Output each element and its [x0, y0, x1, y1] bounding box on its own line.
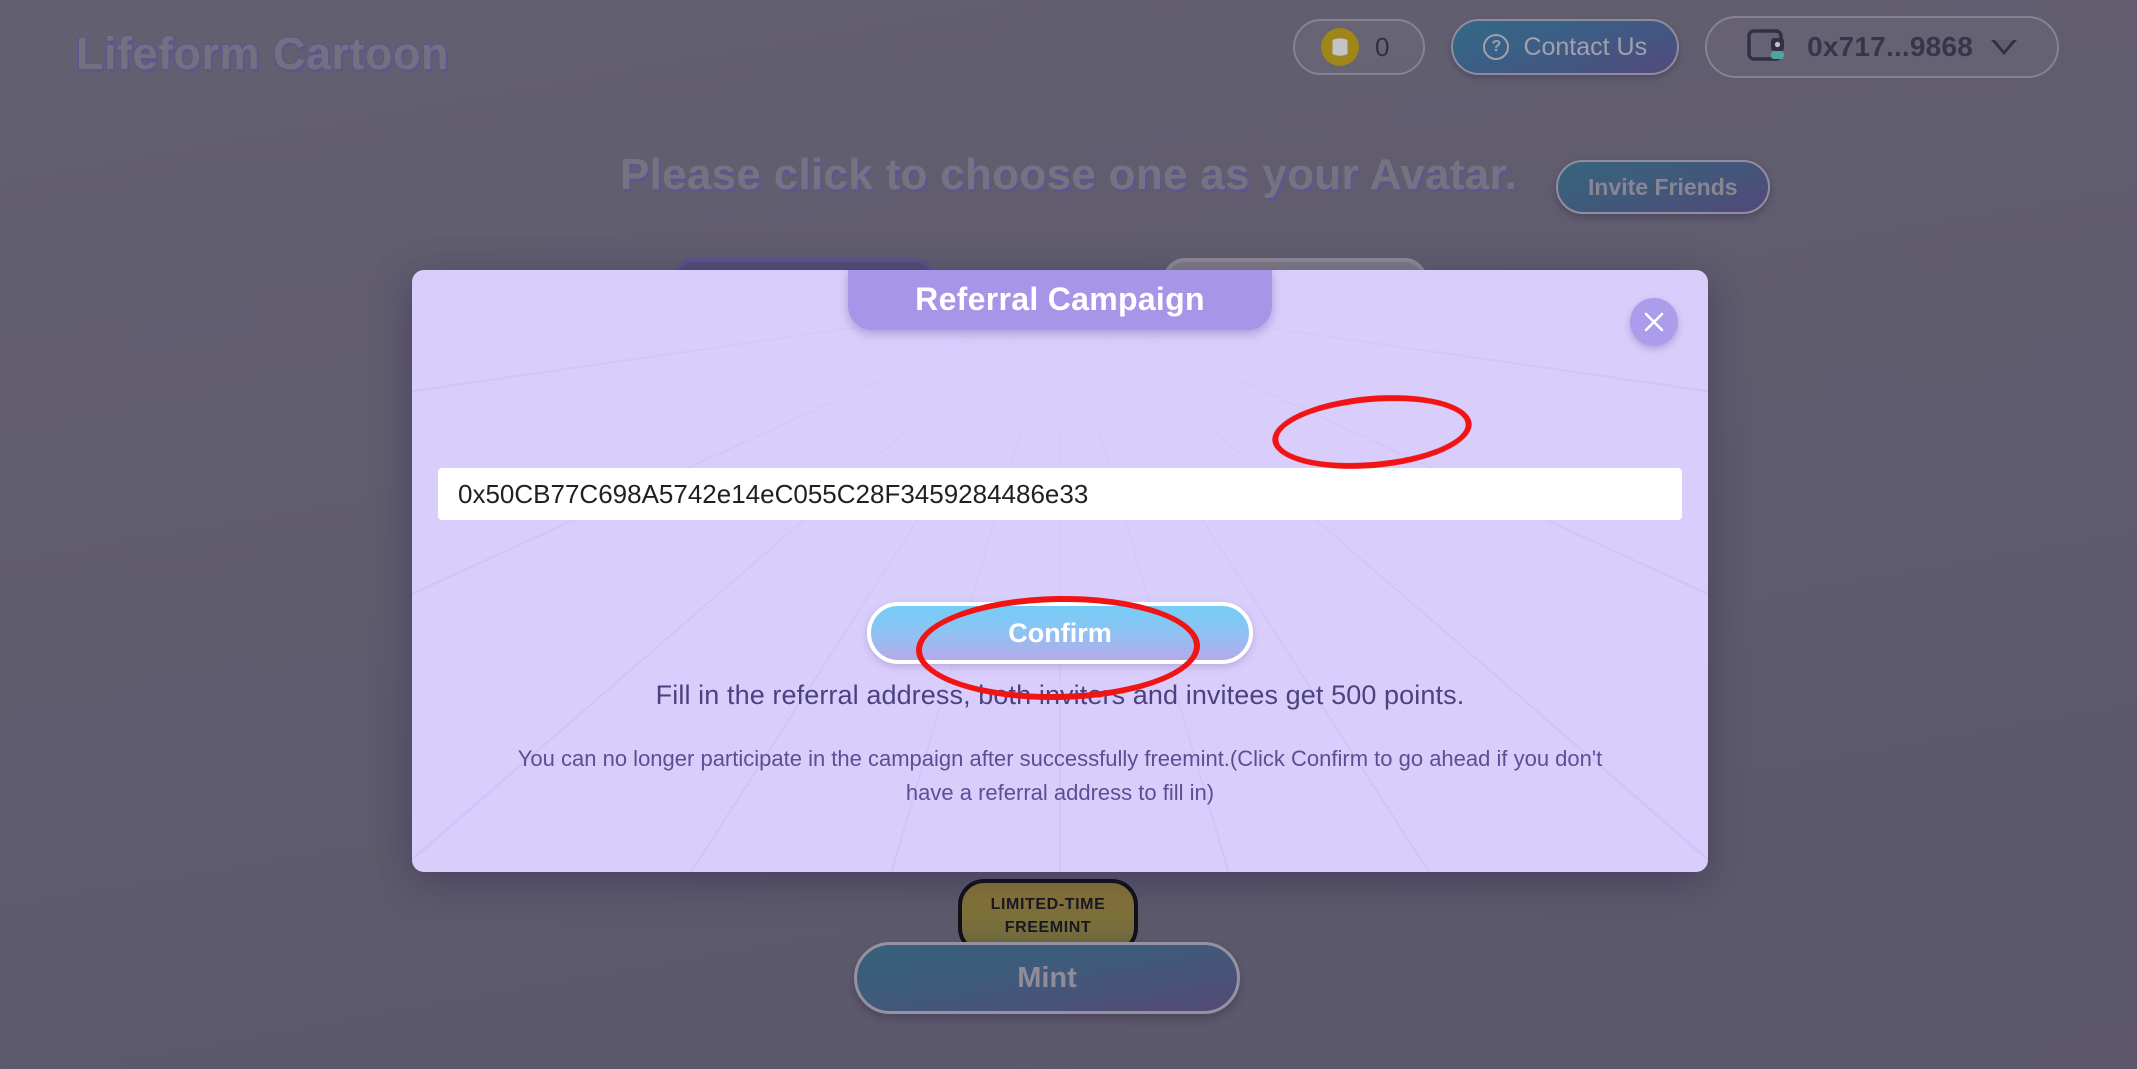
- close-icon[interactable]: [1630, 298, 1678, 346]
- referral-address-input[interactable]: [438, 468, 1682, 520]
- referral-description: Fill in the referral address, both invit…: [655, 680, 1465, 710]
- confirm-button[interactable]: Confirm: [867, 602, 1253, 664]
- modal-footer-note: You can no longer participate in the cam…: [517, 746, 1603, 806]
- confirm-button-label: Confirm: [1008, 617, 1112, 648]
- app-root: Lifeform Cartoon 0 ? Contact Us 0x717...…: [0, 0, 2137, 1069]
- referral-campaign-modal: Referral Campaign Fill in the referral a…: [412, 270, 1708, 872]
- modal-title-label: Referral Campaign: [915, 280, 1205, 317]
- modal-title: Referral Campaign: [848, 270, 1272, 330]
